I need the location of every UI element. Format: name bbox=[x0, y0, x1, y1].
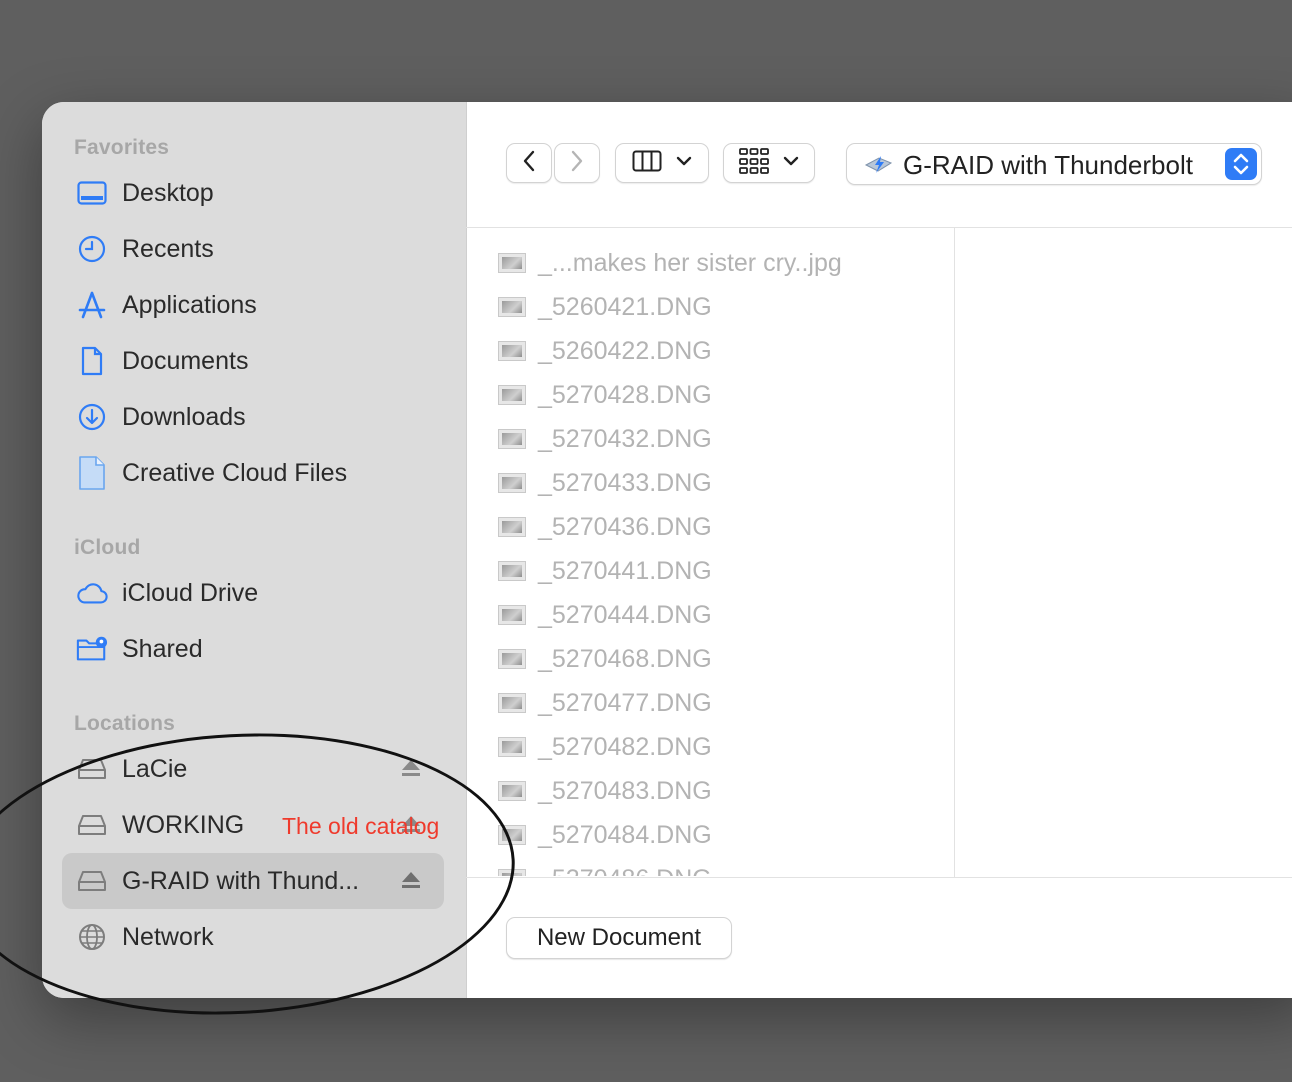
group-by-button[interactable] bbox=[723, 143, 815, 183]
list-item[interactable]: _...makes her sister cry..jpg bbox=[498, 241, 842, 285]
document-icon bbox=[76, 345, 108, 377]
image-thumbnail-icon bbox=[498, 605, 526, 625]
sidebar-item-recents[interactable]: Recents bbox=[62, 221, 444, 277]
drive-icon bbox=[76, 753, 108, 785]
sidebar-item-label: Downloads bbox=[122, 402, 246, 431]
sidebar-item-applications[interactable]: Applications bbox=[62, 277, 444, 333]
sidebar-item-label: Recents bbox=[122, 234, 214, 263]
desktop-icon bbox=[76, 177, 108, 209]
list-item[interactable]: _5270486.DNG bbox=[498, 857, 712, 876]
eject-icon[interactable] bbox=[400, 757, 422, 779]
sidebar-item-icloud-drive[interactable]: iCloud Drive bbox=[62, 565, 444, 621]
list-item[interactable]: _5260421.DNG bbox=[498, 285, 712, 329]
updown-chevron-icon bbox=[1225, 148, 1257, 180]
open-dialog-window: Favorites Desktop Recents Applications D… bbox=[42, 102, 1292, 998]
globe-icon bbox=[76, 921, 108, 953]
list-item[interactable]: _5270428.DNG bbox=[498, 373, 712, 417]
back-button[interactable] bbox=[506, 143, 552, 183]
download-icon bbox=[76, 401, 108, 433]
favorites-title: Favorites bbox=[74, 136, 170, 159]
sidebar-item-label: WORKING bbox=[122, 810, 245, 839]
footer-divider bbox=[466, 877, 1292, 878]
image-thumbnail-icon bbox=[498, 825, 526, 845]
list-item[interactable]: _5270477.DNG bbox=[498, 681, 712, 725]
sidebar-item-documents[interactable]: Documents bbox=[62, 333, 444, 389]
image-thumbnail-icon bbox=[498, 737, 526, 757]
list-item[interactable]: _5270433.DNG bbox=[498, 461, 712, 505]
list-item[interactable]: _5270432.DNG bbox=[498, 417, 712, 461]
image-thumbnail-icon bbox=[498, 429, 526, 449]
image-thumbnail-icon bbox=[498, 561, 526, 581]
annotation-text: The old catalog bbox=[282, 813, 440, 839]
image-thumbnail-icon bbox=[498, 649, 526, 669]
image-thumbnail-icon bbox=[498, 473, 526, 493]
sidebar-item-network[interactable]: Network bbox=[62, 909, 444, 965]
list-item[interactable]: _5270468.DNG bbox=[498, 637, 712, 681]
list-item[interactable]: _5270444.DNG bbox=[498, 593, 712, 637]
file-column: _...makes her sister cry..jpg _5260421.D… bbox=[466, 228, 954, 876]
image-thumbnail-icon bbox=[498, 297, 526, 317]
sidebar-item-desktop[interactable]: Desktop bbox=[62, 165, 444, 221]
sidebar-item-label: Creative Cloud Files bbox=[122, 458, 348, 487]
locations-title: Locations bbox=[74, 712, 175, 735]
image-thumbnail-icon bbox=[498, 781, 526, 801]
list-item[interactable]: _5270436.DNG bbox=[498, 505, 712, 549]
sidebar-item-downloads[interactable]: Downloads bbox=[62, 389, 444, 445]
chevron-left-icon bbox=[521, 149, 537, 178]
list-item[interactable]: _5260422.DNG bbox=[498, 329, 712, 373]
sidebar-item-label: Desktop bbox=[122, 178, 214, 207]
chevron-right-icon bbox=[569, 149, 585, 178]
location-label: G-RAID with Thunderbolt bbox=[903, 150, 1193, 180]
clock-icon bbox=[76, 233, 108, 265]
list-item[interactable]: _5270441.DNG bbox=[498, 549, 712, 593]
column-divider[interactable] bbox=[954, 228, 955, 878]
thunderbolt-drive-icon bbox=[863, 153, 893, 180]
drive-icon bbox=[76, 865, 108, 897]
image-thumbnail-icon bbox=[498, 253, 526, 273]
icloud-title: iCloud bbox=[74, 536, 141, 559]
sidebar-item-g-raid[interactable]: G-RAID with Thund... bbox=[62, 853, 444, 909]
chevron-down-icon bbox=[783, 154, 799, 172]
sidebar-item-label: G-RAID with Thund... bbox=[122, 866, 360, 895]
sidebar-item-label: LaCie bbox=[122, 754, 188, 783]
cloud-icon bbox=[76, 577, 108, 609]
new-document-button[interactable]: New Document bbox=[506, 917, 732, 959]
forward-button[interactable] bbox=[554, 143, 600, 183]
sidebar-item-creative-cloud-files[interactable]: Creative Cloud Files bbox=[62, 445, 444, 501]
image-thumbnail-icon bbox=[498, 869, 526, 876]
list-item[interactable]: _5270482.DNG bbox=[498, 725, 712, 769]
file-icon bbox=[76, 456, 108, 490]
sidebar: Favorites Desktop Recents Applications D… bbox=[42, 102, 467, 998]
shared-folder-icon bbox=[76, 633, 108, 665]
sidebar-item-label: Documents bbox=[122, 346, 249, 375]
sidebar-item-label: iCloud Drive bbox=[122, 578, 259, 607]
drive-icon bbox=[76, 809, 108, 841]
columns-view-icon bbox=[632, 150, 662, 177]
image-thumbnail-icon bbox=[498, 385, 526, 405]
image-thumbnail-icon bbox=[498, 517, 526, 537]
view-mode-button[interactable] bbox=[615, 143, 709, 183]
list-item[interactable]: _5270484.DNG bbox=[498, 813, 712, 857]
image-thumbnail-icon bbox=[498, 341, 526, 361]
location-popup[interactable]: G-RAID with Thunderbolt bbox=[846, 143, 1262, 185]
grid-icon bbox=[739, 147, 769, 179]
image-thumbnail-icon bbox=[498, 693, 526, 713]
applications-icon bbox=[76, 289, 108, 321]
sidebar-item-label: Shared bbox=[122, 634, 203, 663]
sidebar-item-label: Network bbox=[122, 922, 214, 951]
sidebar-item-lacie[interactable]: LaCie bbox=[62, 741, 444, 797]
eject-icon[interactable] bbox=[400, 869, 422, 891]
chevron-down-icon bbox=[676, 154, 692, 172]
sidebar-item-label: Applications bbox=[122, 290, 257, 319]
list-item[interactable]: _5270483.DNG bbox=[498, 769, 712, 813]
sidebar-item-shared[interactable]: Shared bbox=[62, 621, 444, 677]
